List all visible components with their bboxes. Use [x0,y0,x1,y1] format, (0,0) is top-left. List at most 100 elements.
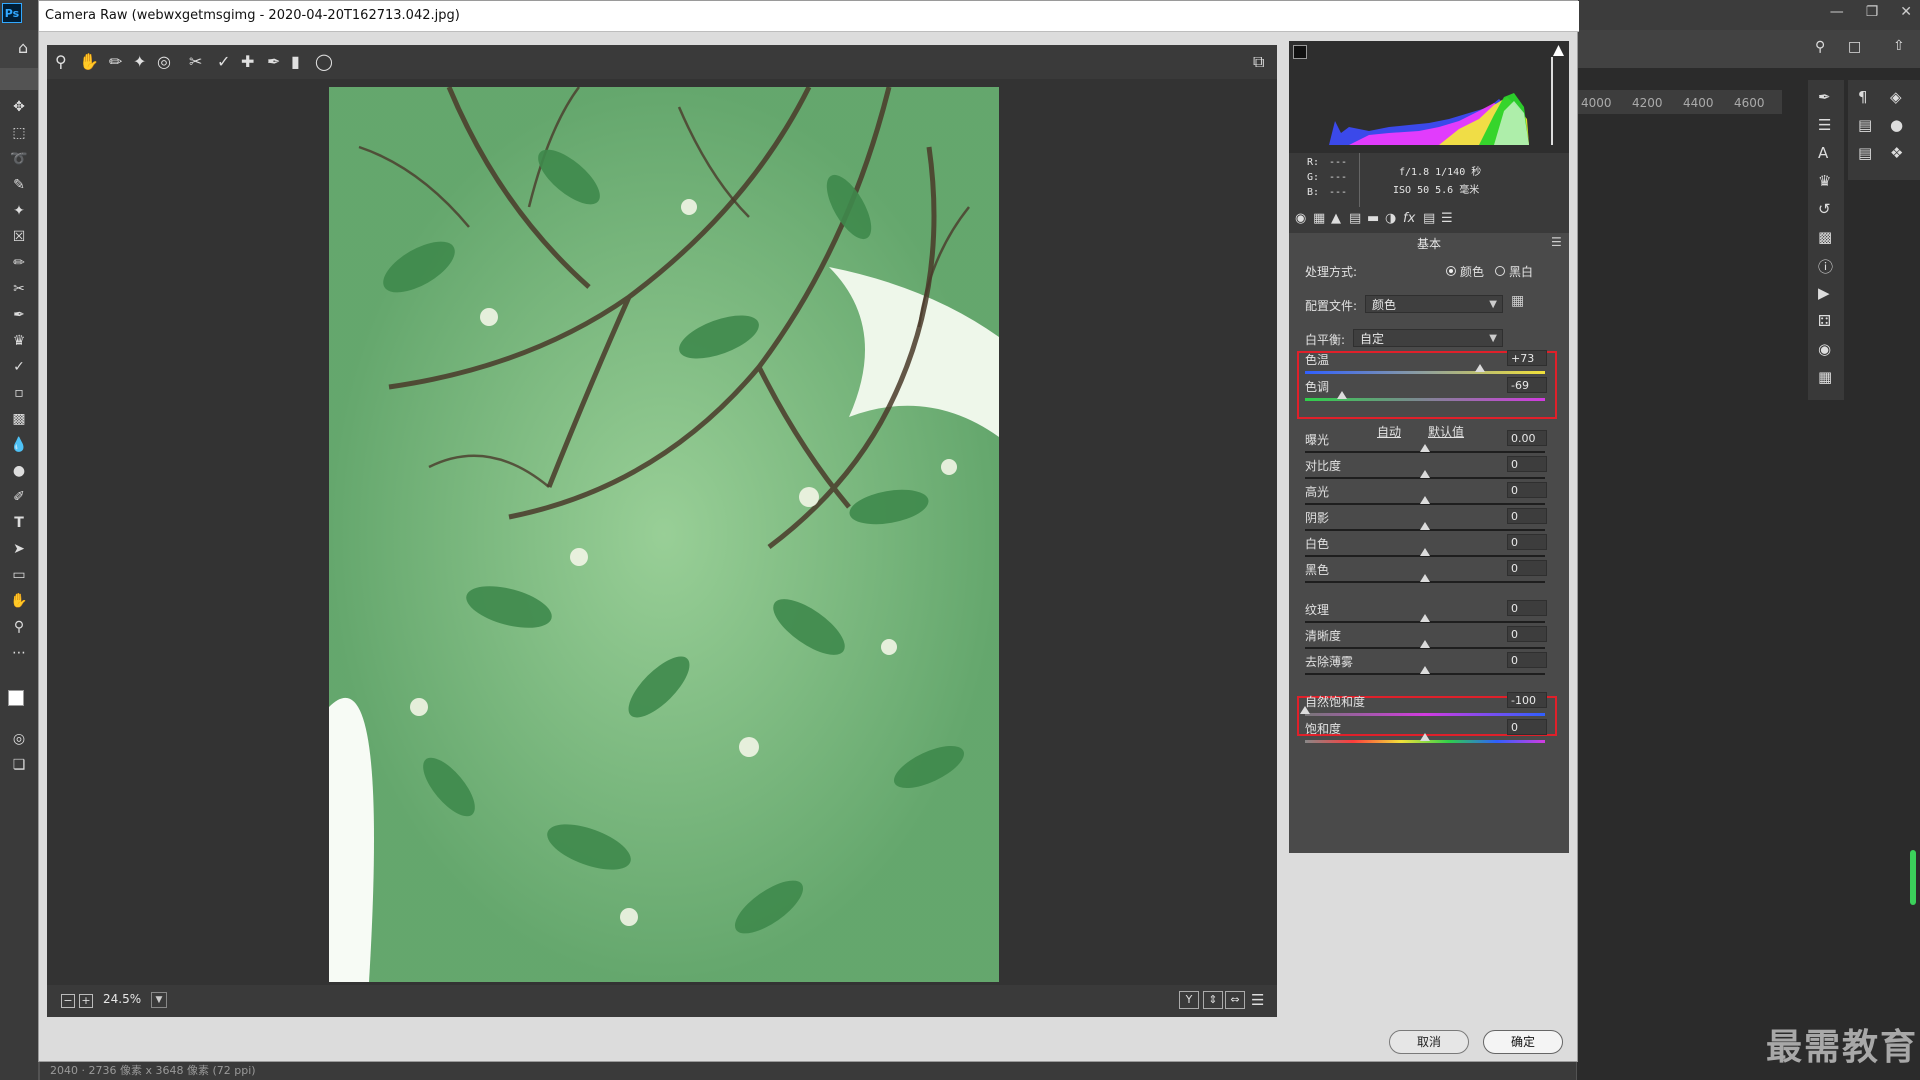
swap-icon[interactable]: ⇔ [1225,991,1245,1009]
slider-thumb[interactable] [1420,614,1430,622]
clone-source-icon[interactable]: ♛ [1818,172,1831,190]
straighten-tool-icon[interactable]: ✓ [217,52,230,72]
color-icon[interactable]: ◉ [1818,340,1831,358]
zoom-tool-icon[interactable]: ⚲ [55,52,67,72]
move-tool-icon[interactable]: ✥ [9,98,29,116]
path-select-tool-icon[interactable]: ➤ [9,540,29,558]
character-icon[interactable]: A [1818,144,1828,162]
quick-select-tool-icon[interactable]: ✎ [9,176,29,194]
compare-icon[interactable]: ⇕ [1203,991,1223,1009]
grid-icon[interactable]: ▦ [1818,368,1832,386]
hand-tool-icon[interactable]: ✋ [9,592,29,610]
marquee-tool-icon[interactable]: ⬚ [9,124,29,142]
swatches-icon[interactable]: ● [1890,116,1903,134]
slider-thumb[interactable] [1420,496,1430,504]
brush-tool-icon[interactable]: ✒ [9,306,29,324]
paragraph-icon[interactable]: ¶ [1858,88,1868,106]
workspace-icon[interactable]: □ [1848,39,1861,55]
before-after-y-button[interactable]: Y [1179,991,1199,1009]
magic-wand-tool-icon[interactable]: ✦ [9,202,29,220]
tab-lens-icon[interactable]: ◑ [1385,211,1396,226]
info-icon[interactable]: ⓘ [1818,256,1833,277]
slider-thumb[interactable] [1300,706,1310,714]
libraries-icon[interactable]: ⚃ [1818,312,1831,330]
white-balance-select[interactable]: 自定 ▼ [1353,329,1503,347]
fullscreen-icon[interactable]: ⧉ [1253,52,1264,72]
channels-icon[interactable]: ▩ [1818,228,1832,246]
gradient-tool-icon[interactable]: ▩ [9,410,29,428]
pen-tool-icon[interactable]: ✐ [9,488,29,506]
crop-tool-icon[interactable]: ✂ [9,280,29,298]
slider-value-field[interactable]: 0 [1507,626,1547,642]
slider-value-field[interactable]: 0 [1507,534,1547,550]
paths-icon[interactable]: ❖ [1890,144,1903,162]
slider-thumb[interactable] [1420,733,1430,741]
profile-select[interactable]: 颜色 ▼ [1365,295,1503,313]
slider-value-field[interactable]: +73 [1507,350,1547,366]
notes-icon[interactable]: ▤ [1858,144,1872,162]
slider-thumb[interactable] [1420,548,1430,556]
dialog-titlebar[interactable]: Camera Raw (webwxgetmsgimg - 2020-04-20T… [39,1,1579,32]
frame-tool-icon[interactable]: ☒ [9,228,29,246]
tab-basic-icon[interactable]: ◉ [1295,211,1306,226]
profile-browser-grid-icon[interactable]: ▦ [1511,293,1524,309]
panel-menu-icon[interactable]: ☰ [1551,235,1562,249]
slider-value-field[interactable]: 0.00 [1507,430,1547,446]
type-tool-icon[interactable]: T [9,514,29,532]
minimize-icon[interactable]: — [1830,4,1844,20]
layers-icon[interactable]: ◈ [1890,88,1902,106]
slider-thumb[interactable] [1420,666,1430,674]
rectangle-tool-icon[interactable]: ▭ [9,566,29,584]
home-icon[interactable]: ⌂ [18,38,28,57]
slider-thumb[interactable] [1337,391,1348,399]
history-brush-icon[interactable]: ✓ [9,358,29,376]
tab-effects-icon[interactable]: fx [1403,211,1415,226]
radial-filter-icon[interactable]: ◯ [315,52,333,72]
dodge-tool-icon[interactable]: ● [9,462,29,480]
slider-value-field[interactable]: 0 [1507,652,1547,668]
eyedropper-tool-icon[interactable]: ✏ [9,254,29,272]
restore-icon[interactable]: ❐ [1866,4,1879,20]
zoom-in-button[interactable]: + [79,994,93,1008]
slider-thumb[interactable] [1420,574,1430,582]
adjustments-icon[interactable]: ☰ [1818,116,1831,134]
screen-mode-icon[interactable]: ❏ [9,756,29,774]
slider-value-field[interactable]: 0 [1507,482,1547,498]
slider-value-field[interactable]: 0 [1507,560,1547,576]
slider-thumb[interactable] [1420,522,1430,530]
treatment-color-radio[interactable] [1446,266,1456,276]
treatment-bw-radio[interactable] [1495,266,1505,276]
zoom-dropdown-chevron-icon[interactable]: ▼ [151,992,167,1008]
slider-value-field[interactable]: 0 [1507,600,1547,616]
tab-presets-icon[interactable]: ☰ [1441,211,1453,226]
tab-split-toning-icon[interactable]: ▬ [1367,211,1379,226]
slider-thumb[interactable] [1475,364,1486,372]
zoom-out-button[interactable]: − [61,994,75,1008]
slider-value-field[interactable]: 0 [1507,719,1547,735]
graduated-filter-icon[interactable]: ▮ [291,52,300,72]
ok-button[interactable]: 确定 [1483,1030,1563,1054]
settings-icon[interactable]: ☰ [1251,991,1264,1009]
slider-track[interactable] [1305,713,1545,716]
slider-value-field[interactable]: 0 [1507,508,1547,524]
color-sampler-tool-icon[interactable]: ✦ [133,52,146,72]
crop-tool-icon[interactable]: ✂ [189,52,202,72]
slider-track[interactable] [1305,371,1545,374]
close-icon[interactable]: ✕ [1900,4,1912,20]
zoom-tool-icon[interactable]: ⚲ [9,618,29,636]
slider-value-field[interactable]: 0 [1507,456,1547,472]
cancel-button[interactable]: 取消 [1389,1030,1469,1054]
slider-thumb[interactable] [1420,470,1430,478]
tab-hsl-icon[interactable]: ▤ [1349,211,1361,226]
tab-detail-icon[interactable]: ▲ [1331,211,1341,226]
hand-tool-icon[interactable]: ✋ [79,52,99,72]
more-tools-icon[interactable]: ⋯ [9,644,29,662]
foreground-color-swatch[interactable] [8,690,24,706]
brush-settings-icon[interactable]: ✒ [1818,88,1831,106]
history-icon[interactable]: ↺ [1818,200,1831,218]
tab-tone-curve-icon[interactable]: ▦ [1313,211,1325,226]
quick-mask-icon[interactable]: ◎ [9,730,29,748]
slider-value-field[interactable]: -69 [1507,377,1547,393]
actions-play-icon[interactable]: ▶ [1818,284,1830,302]
blur-tool-icon[interactable]: 💧 [9,436,29,454]
